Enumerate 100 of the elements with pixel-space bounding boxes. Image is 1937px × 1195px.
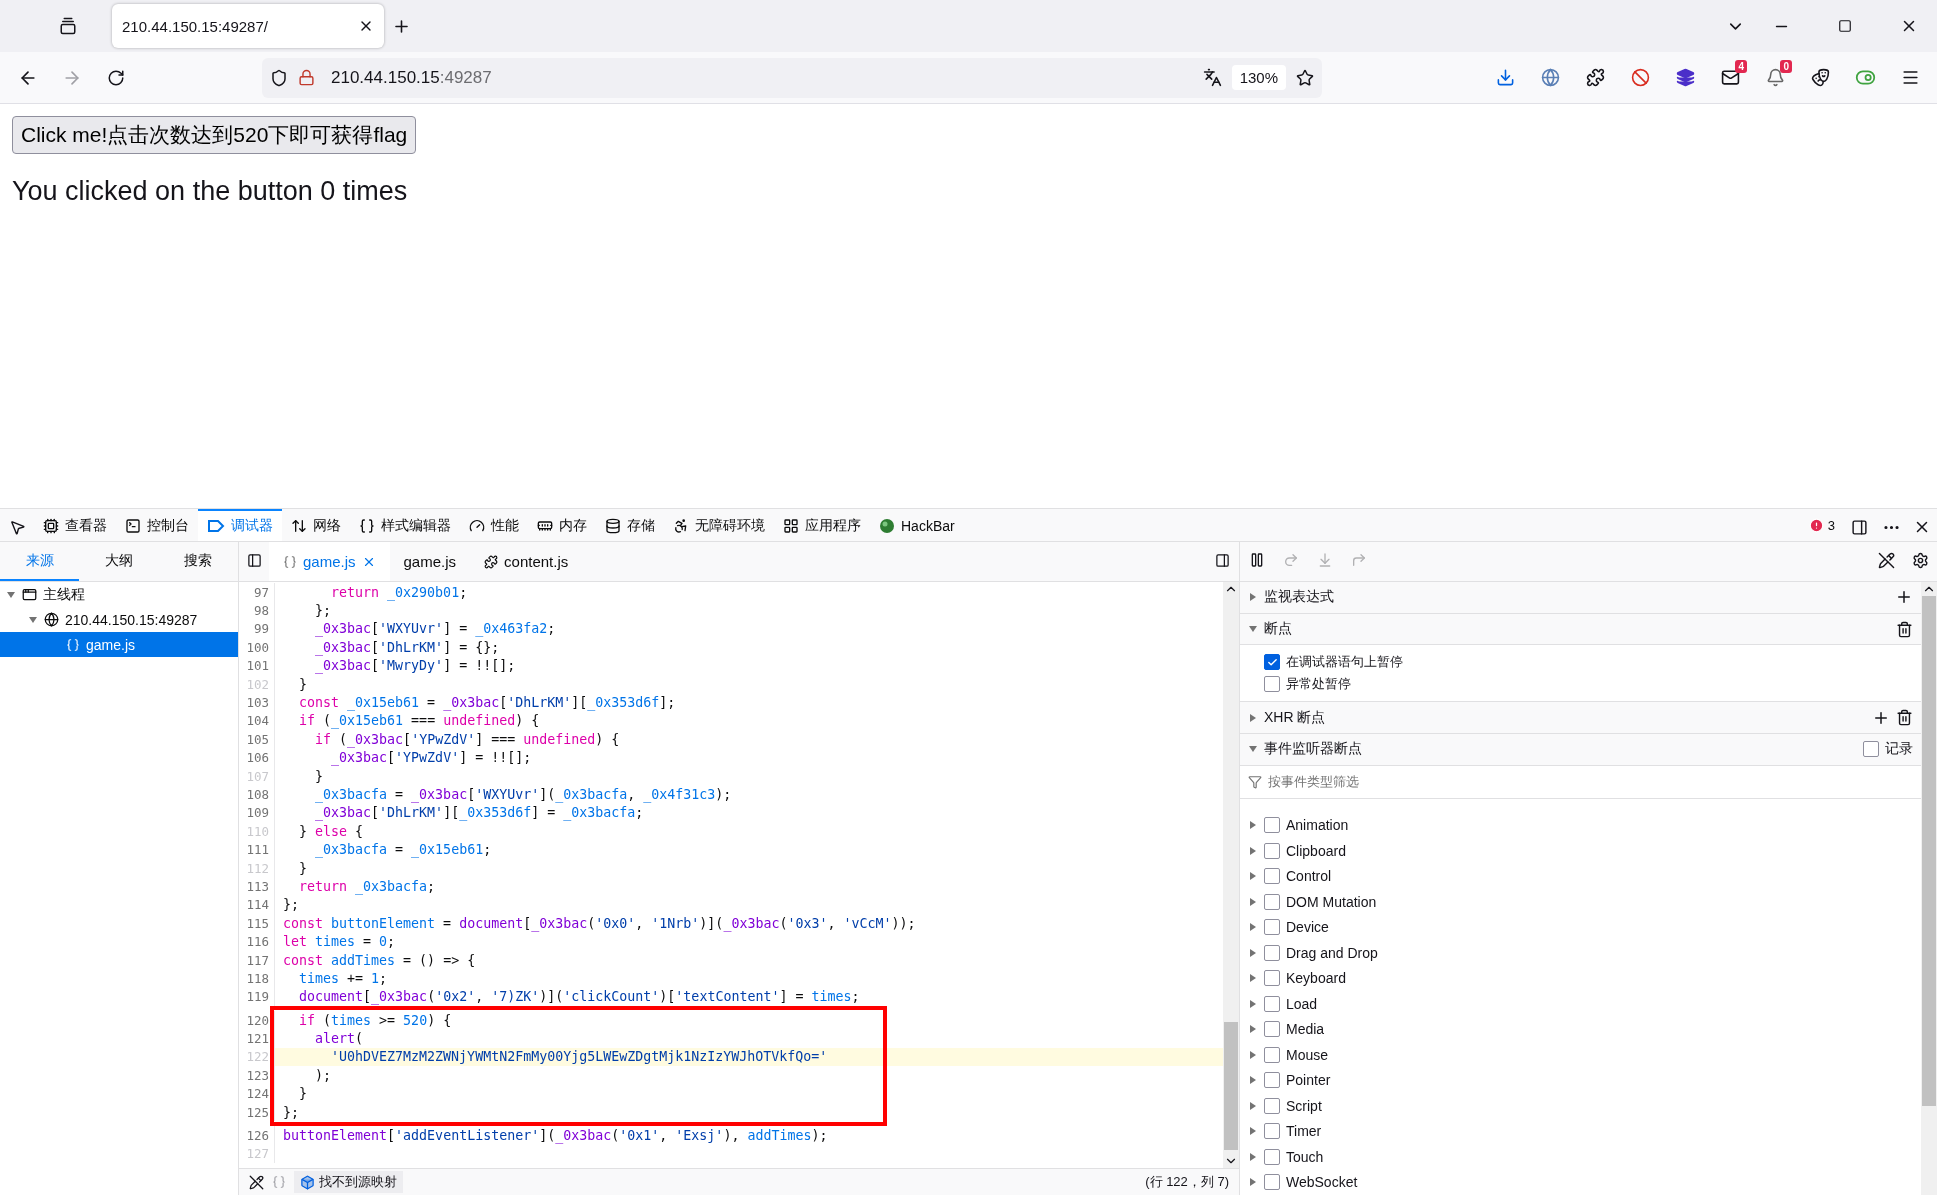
file-tab[interactable]: game.js [269,542,390,581]
scrollbar-thumb[interactable] [1922,596,1936,1106]
collapse-arrow-icon[interactable] [28,614,38,625]
line-number[interactable]: 97 [239,583,275,602]
devtools-tab[interactable]: 网络 [282,509,350,541]
file-tab[interactable]: content.js [470,542,583,581]
expand-arrow-icon[interactable] [1248,820,1258,831]
click-button[interactable]: Click me!点击次数达到520下即可获得flag [12,116,417,154]
settings-icon[interactable] [1911,551,1929,569]
devtools-tab[interactable]: 样式编辑器 [350,509,460,541]
checkbox[interactable] [1264,944,1280,961]
expand-arrow-icon[interactable] [1248,712,1258,723]
section-header[interactable]: 事件监听器断点 记录 [1240,734,1921,766]
checkbox[interactable] [1264,995,1280,1012]
zoom-level[interactable]: 130% [1231,65,1286,90]
checkbox[interactable] [1264,1021,1280,1038]
tree-item[interactable]: 210.44.150.15:49287 [0,607,238,632]
expand-arrow-icon[interactable] [1248,1049,1258,1060]
line-number[interactable]: 106 [239,748,275,767]
section-header[interactable]: XHR 断点 [1240,702,1921,735]
expand-arrow-icon[interactable] [1248,845,1258,856]
devtools-tab[interactable]: 控制台 [116,509,198,541]
sidebar-toggle-icon[interactable] [246,552,262,568]
devtools-tab[interactable]: 查看器 [34,509,116,541]
expand-arrow-icon[interactable] [1248,1075,1258,1086]
devtools-tab[interactable]: 性能 [460,509,528,541]
checkbox[interactable] [1264,676,1280,693]
line-number[interactable]: 103 [239,693,275,712]
line-number[interactable]: 116 [239,932,275,951]
pencil-off-icon[interactable] [249,1174,264,1190]
collapse-arrow-icon[interactable] [6,589,16,600]
section-header[interactable]: 监视表达式 [1240,582,1921,614]
line-number[interactable]: 121 [239,1029,275,1048]
sidebar-toggle-icon[interactable] [1214,552,1230,568]
line-number[interactable]: 124 [239,1084,275,1103]
checkbox[interactable] [1264,970,1280,987]
expand-arrow-icon[interactable] [1248,947,1258,958]
line-number[interactable]: 123 [239,1066,275,1085]
mail-icon[interactable] [1721,68,1740,87]
line-number[interactable]: 115 [239,914,275,933]
filter-field[interactable]: 按事件类型筛选 [1268,772,1913,792]
tree-item[interactable]: game.js [0,632,238,657]
stop-icon[interactable] [1631,68,1650,87]
checkbox[interactable] [1264,1072,1280,1089]
expand-arrow-icon[interactable] [1248,896,1258,907]
translate-icon[interactable] [1202,68,1222,87]
checkbox[interactable] [1863,741,1879,758]
line-number[interactable]: 119 [239,987,275,1006]
bookmark-star-icon[interactable] [1296,68,1314,87]
checkbox[interactable] [1264,1097,1280,1114]
devtools-tab[interactable]: 应用程序 [774,509,870,541]
reload-icon[interactable] [107,68,125,87]
devtools-tab[interactable]: 调试器 [198,509,282,541]
expand-arrow-icon[interactable] [1248,922,1258,933]
line-number[interactable]: 114 [239,895,275,915]
expand-arrow-icon[interactable] [1248,1126,1258,1137]
devtools-tab[interactable]: 无障碍环境 [664,509,774,541]
globe-icon[interactable] [1541,68,1560,87]
pause-icon[interactable] [1249,552,1265,568]
line-number[interactable]: 105 [239,730,275,749]
trash-icon[interactable] [1896,709,1913,727]
maximize-icon[interactable] [1838,19,1852,33]
panel-tab[interactable]: 大纲 [79,542,159,581]
bell-icon[interactable] [1766,68,1785,87]
file-tab[interactable]: game.js [389,542,471,581]
expand-arrow-icon[interactable] [1248,1151,1258,1162]
expand-arrow-icon[interactable] [1248,1177,1258,1188]
section-header[interactable]: 断点 [1240,613,1921,646]
checkbox[interactable] [1264,1046,1280,1063]
checkbox[interactable] [1264,868,1280,885]
expand-arrow-icon[interactable] [1248,592,1258,603]
mask-icon[interactable] [1811,68,1830,87]
layers-icon[interactable] [1676,68,1695,87]
line-number[interactable]: 104 [239,711,275,731]
element-picker-icon[interactable] [8,518,26,536]
panel-tab[interactable]: 搜索 [158,542,238,581]
devtools-tab[interactable]: 内存 [528,509,596,541]
dock-icon[interactable] [1850,518,1868,536]
line-number[interactable]: 98 [239,601,275,620]
checkbox[interactable] [1264,817,1280,834]
checkbox[interactable] [1264,842,1280,859]
line-number[interactable]: 100 [239,638,275,657]
checkbox[interactable] [1264,1174,1280,1191]
trash-icon[interactable] [1896,620,1913,638]
checkbox[interactable] [1264,893,1280,910]
tab-list-icon[interactable] [59,17,77,35]
checkbox[interactable] [1264,654,1280,671]
checkbox[interactable] [1264,1123,1280,1140]
line-number[interactable]: 125 [239,1102,275,1122]
line-number[interactable]: 108 [239,785,275,804]
line-number[interactable]: 109 [239,803,275,823]
line-number[interactable]: 111 [239,840,275,859]
expand-arrow-icon[interactable] [1248,1024,1258,1035]
devtools-tab[interactable]: HackBar [870,509,964,541]
expand-arrow-icon[interactable] [1248,871,1258,882]
line-number[interactable]: 101 [239,656,275,675]
line-number[interactable]: 113 [239,877,275,896]
scrollbar-thumb[interactable] [1224,1022,1238,1150]
checkbox[interactable] [1264,1148,1280,1165]
devtools-tab[interactable]: 存储 [596,509,664,541]
